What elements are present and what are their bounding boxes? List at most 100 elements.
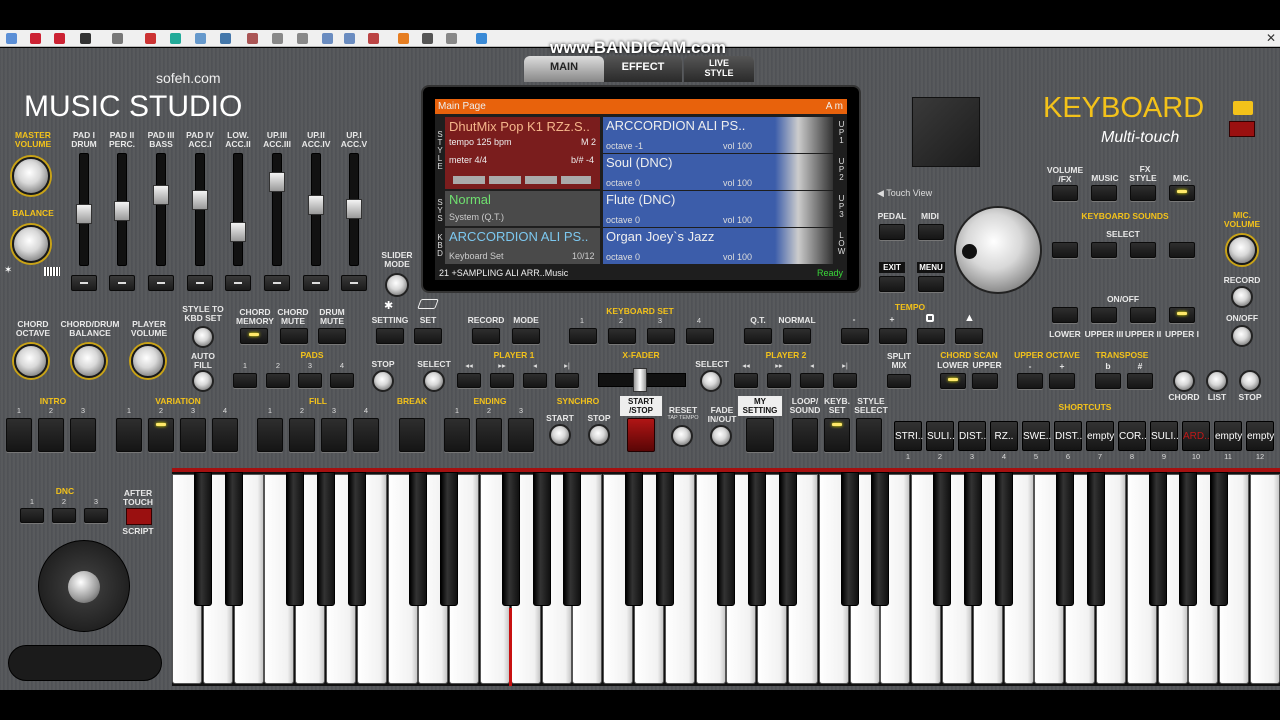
power-icon[interactable] (1233, 101, 1253, 115)
balance-knob[interactable] (12, 225, 50, 263)
black-key[interactable] (871, 472, 889, 606)
refresh-icon[interactable] (398, 33, 409, 44)
window-icon[interactable] (220, 33, 231, 44)
black-key[interactable] (964, 472, 982, 606)
black-key[interactable] (286, 472, 304, 606)
slider-handle-5[interactable] (230, 222, 246, 242)
upper-octave-plus-button[interactable] (1049, 373, 1075, 389)
color-icon[interactable] (145, 33, 156, 44)
effects-icon[interactable] (247, 33, 258, 44)
slider-track-8[interactable] (346, 153, 362, 266)
break-button-1[interactable] (399, 418, 425, 452)
auto-fill-knob[interactable] (192, 370, 214, 392)
black-key[interactable] (656, 472, 674, 606)
player1-button-2[interactable] (490, 373, 514, 388)
shortcut-button-2[interactable]: SULI.. (926, 421, 955, 451)
slider-track-5[interactable] (230, 153, 246, 266)
stop-shortcut-knob[interactable] (1239, 370, 1261, 392)
chord-mute-button[interactable] (280, 328, 308, 344)
shortcut-button-3[interactable]: DIST.. (958, 421, 986, 451)
reset-knob[interactable] (671, 425, 693, 447)
screen-icon[interactable] (297, 33, 308, 44)
chord-memory-button[interactable] (240, 328, 268, 344)
qt-button[interactable] (744, 328, 772, 344)
xfader-handle[interactable] (633, 368, 647, 392)
black-key[interactable] (933, 472, 951, 606)
after-touch-button[interactable] (126, 508, 152, 525)
save-icon[interactable] (54, 33, 65, 44)
tab-main[interactable]: MAIN (524, 56, 604, 82)
slider-button-4[interactable] (187, 275, 213, 291)
upper-octave-minus-button[interactable] (1017, 373, 1043, 389)
slider-handle-3[interactable] (153, 185, 169, 205)
variation-button-2[interactable] (148, 418, 174, 452)
player1-button-4[interactable] (555, 373, 579, 388)
open-icon[interactable] (30, 33, 41, 44)
keyboard-icon[interactable] (272, 33, 283, 44)
globe-icon[interactable] (476, 33, 487, 44)
chord-octave-knob[interactable] (14, 344, 48, 378)
black-key[interactable] (1149, 472, 1167, 606)
shortcut-button-10[interactable]: ARD.. (1182, 421, 1210, 451)
variation-button-1[interactable] (116, 418, 142, 452)
sound-select-up3[interactable] (1091, 242, 1117, 258)
style-to-kbd-knob[interactable] (192, 326, 214, 348)
mode-button[interactable] (512, 328, 540, 344)
black-key[interactable] (317, 472, 335, 606)
disk-icon[interactable] (80, 33, 91, 44)
slider-handle-7[interactable] (308, 195, 324, 215)
new-icon[interactable] (6, 33, 17, 44)
variation-button-4[interactable] (212, 418, 238, 452)
tab-effect[interactable]: EFFECT (604, 56, 682, 82)
chord-drum-knob[interactable] (72, 344, 106, 378)
pad-button-4[interactable] (330, 373, 354, 388)
player1-button-3[interactable] (523, 373, 547, 388)
link-icon[interactable] (195, 33, 206, 44)
player2-button-4[interactable] (833, 373, 857, 388)
select-player2-knob[interactable] (700, 370, 722, 392)
slider-track-3[interactable] (153, 153, 169, 266)
setting-button[interactable] (376, 328, 404, 344)
slider-handle-1[interactable] (76, 204, 92, 224)
player1-button-1[interactable] (457, 373, 481, 388)
menu-button[interactable] (918, 276, 944, 292)
intro-button-2[interactable] (38, 418, 64, 452)
fill-button-2[interactable] (289, 418, 315, 452)
select-player1-knob[interactable] (423, 370, 445, 392)
vst-icon[interactable] (112, 33, 123, 44)
ending-button-1[interactable] (444, 418, 470, 452)
normal-button[interactable] (783, 328, 811, 344)
slider-track-4[interactable] (192, 153, 208, 266)
slider-track-2[interactable] (114, 153, 130, 266)
midi-icon[interactable] (422, 33, 433, 44)
black-key[interactable] (717, 472, 735, 606)
tempo-lock-button[interactable] (917, 328, 945, 344)
upper2-onoff-button[interactable] (1130, 307, 1156, 323)
black-key[interactable] (502, 472, 520, 606)
slider-button-7[interactable] (303, 275, 329, 291)
slider-handle-6[interactable] (269, 172, 285, 192)
black-key[interactable] (625, 472, 643, 606)
sound-select-up2[interactable] (1130, 242, 1156, 258)
player-volume-knob[interactable] (131, 344, 165, 378)
close-icon[interactable]: ✕ (1264, 31, 1278, 45)
dancer-icon[interactable]: ✶ (4, 265, 24, 277)
black-key[interactable] (563, 472, 581, 606)
lower-onoff-button[interactable] (1052, 307, 1078, 323)
pad-button-1[interactable] (233, 373, 257, 388)
intro-button-1[interactable] (6, 418, 32, 452)
joystick-knob[interactable] (68, 571, 100, 603)
fill-button-1[interactable] (257, 418, 283, 452)
loop-sound-button[interactable] (792, 418, 818, 452)
dnc-button-3[interactable] (84, 508, 108, 523)
keyboard-set-button-4[interactable] (686, 328, 714, 344)
shortcut-button-4[interactable]: RZ.. (990, 421, 1018, 451)
pad-button-2[interactable] (266, 373, 290, 388)
black-key[interactable] (533, 472, 551, 606)
pad-button-3[interactable] (298, 373, 322, 388)
mic-volume-knob[interactable] (1227, 235, 1257, 265)
view-icon[interactable] (322, 33, 333, 44)
display-pad[interactable] (912, 97, 980, 167)
gear-icon[interactable] (446, 33, 457, 44)
variation-button-3[interactable] (180, 418, 206, 452)
